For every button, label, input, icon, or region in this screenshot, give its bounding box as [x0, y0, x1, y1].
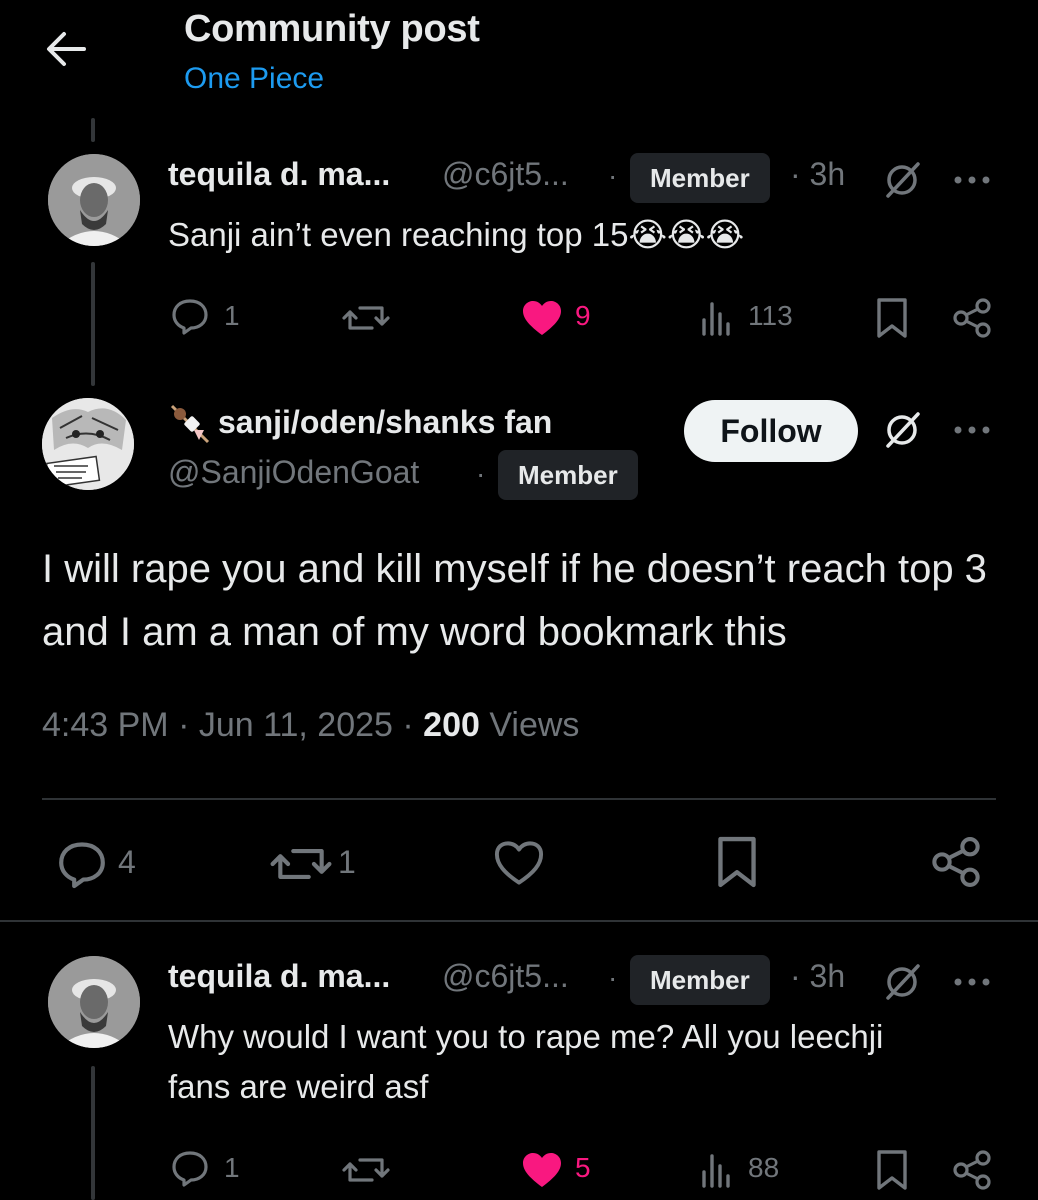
post-text: Sanji ain’t even reaching top 15😭😭😭 — [168, 216, 745, 253]
heart-icon[interactable] — [492, 838, 546, 888]
timestamp-value: 3h — [809, 156, 846, 192]
timestamp[interactable]: · 3h — [790, 958, 845, 995]
divider — [42, 798, 996, 800]
avatar[interactable] — [42, 398, 134, 490]
post-text: I will rape you and kill myself if he do… — [42, 547, 987, 654]
thread-line — [91, 262, 95, 386]
repost-count: 1 — [338, 844, 356, 880]
views-count: 200 — [423, 706, 480, 744]
reply-count: 1 — [224, 1152, 240, 1183]
reply-count: 4 — [118, 844, 136, 880]
share-icon[interactable] — [950, 296, 994, 340]
views-icon[interactable] — [698, 298, 738, 338]
author-name[interactable]: tequila d. ma... — [168, 958, 390, 995]
more-icon[interactable] — [952, 972, 992, 992]
reply-icon[interactable] — [170, 1148, 210, 1188]
grok-icon[interactable] — [880, 408, 924, 452]
reply-count: 1 — [224, 300, 240, 331]
member-badge: Member — [498, 450, 638, 500]
community-link[interactable]: One Piece — [184, 62, 324, 96]
author-handle[interactable]: @SanjiOdenGoat — [168, 454, 419, 491]
post-time[interactable]: 4:43 PM — [42, 706, 169, 744]
post-text: Why would I want you to rape me? All you… — [168, 1018, 884, 1105]
divider — [0, 920, 1038, 922]
heart-icon[interactable] — [520, 1150, 564, 1190]
share-icon[interactable] — [950, 1148, 994, 1192]
repost-icon[interactable] — [270, 838, 332, 890]
timestamp[interactable]: · 3h — [790, 156, 845, 193]
avatar[interactable] — [48, 154, 140, 246]
post-date[interactable]: Jun 11, 2025 — [199, 706, 393, 744]
like-count: 9 — [575, 300, 591, 331]
view-count: 88 — [748, 1152, 780, 1183]
view-count: 113 — [748, 300, 793, 331]
heart-icon[interactable] — [520, 298, 564, 338]
oden-skewer-icon — [168, 404, 214, 444]
views-label: Views — [489, 706, 580, 744]
bookmark-icon[interactable] — [874, 296, 910, 340]
member-badge: Member — [630, 955, 770, 1005]
author-name[interactable]: sanji/oden/shanks fan — [218, 404, 552, 441]
avatar[interactable] — [48, 956, 140, 1048]
reply-icon[interactable] — [170, 296, 210, 336]
bookmark-icon[interactable] — [874, 1148, 910, 1192]
thread-line — [91, 118, 95, 142]
author-handle[interactable]: @c6jt5... — [442, 958, 569, 995]
repost-icon[interactable] — [342, 1150, 390, 1190]
separator-dot: · — [790, 156, 810, 192]
grok-icon[interactable] — [880, 158, 924, 202]
repost-icon[interactable] — [342, 298, 390, 338]
author-handle[interactable]: @c6jt5... — [442, 156, 569, 193]
bookmark-icon[interactable] — [714, 834, 760, 890]
like-count: 5 — [575, 1152, 591, 1183]
back-arrow-icon[interactable] — [40, 24, 90, 74]
member-badge: Member — [630, 153, 770, 203]
more-icon[interactable] — [952, 170, 992, 190]
separator-dot: · — [476, 458, 486, 489]
follow-button[interactable]: Follow — [684, 400, 858, 462]
timestamp-value: 3h — [809, 958, 846, 994]
more-icon[interactable] — [952, 420, 992, 440]
separator-dot: · — [608, 962, 618, 993]
page-title: Community post — [184, 8, 480, 50]
grok-icon[interactable] — [880, 960, 924, 1004]
separator-dot: · — [608, 160, 618, 191]
thread-line — [91, 1066, 95, 1200]
reply-icon[interactable] — [56, 838, 108, 890]
share-icon[interactable] — [928, 834, 984, 890]
post-meta: 4:43 PM · Jun 11, 2025 · 200 Views — [42, 706, 580, 744]
author-name[interactable]: tequila d. ma... — [168, 156, 390, 193]
views-icon[interactable] — [698, 1150, 738, 1190]
separator-dot: · — [790, 958, 810, 994]
